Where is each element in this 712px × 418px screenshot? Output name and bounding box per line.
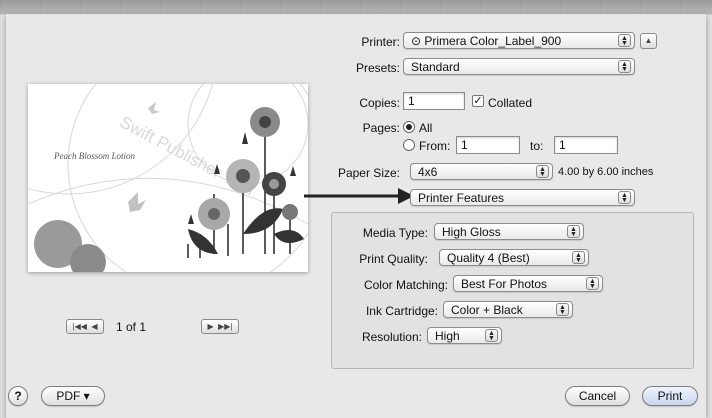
paper-dimensions: 4.00 by 6.00 inches (558, 166, 654, 178)
stepper-arrows-icon: ▲ ▼ (586, 277, 599, 290)
stepper-arrows-icon: ▲ ▼ (618, 34, 631, 47)
annotation-arrow-icon (304, 188, 414, 204)
pages-all-label: All (419, 121, 433, 135)
next-page-button[interactable]: ▶ ▶▶| (201, 319, 239, 334)
print-dialog: Swift Publisher Trial Peach Blossom Loti… (6, 14, 706, 418)
printer-label: Printer: (361, 35, 400, 49)
color-matching-select[interactable]: Best For Photos ▲ ▼ (453, 275, 603, 292)
stepper-arrows-icon: ▲ ▼ (567, 225, 580, 238)
printer-icon: ⊙ (411, 34, 425, 48)
page-indicator: 1 of 1 (116, 320, 147, 334)
print-button[interactable]: Print (642, 386, 698, 406)
copies-label: Copies: (359, 96, 400, 110)
help-button[interactable]: ? (8, 386, 28, 406)
preview-label-text: Peach Blossom Lotion (53, 151, 135, 161)
presets-label: Presets: (355, 61, 400, 75)
presets-select[interactable]: Standard ▲ ▼ (403, 58, 635, 75)
paper-size-select[interactable]: 4x6 ▲ ▼ (410, 163, 553, 180)
pages-label: Pages: (362, 121, 400, 135)
stepper-arrows-icon: ▲ ▼ (556, 303, 569, 316)
stepper-arrows-icon: ▲ ▼ (536, 165, 549, 178)
preview-artwork: Swift Publisher Trial Peach Blossom Loti… (28, 84, 308, 272)
copies-field[interactable]: 1 (403, 92, 465, 110)
pages-all-radio[interactable] (403, 121, 415, 133)
print-quality-select[interactable]: Quality 4 (Best) ▲ ▼ (439, 249, 589, 266)
resolution-label: Resolution: (361, 330, 422, 344)
print-quality-label: Print Quality: (359, 252, 428, 266)
pdf-menu-button[interactable]: PDF ▾ (41, 386, 105, 406)
stepper-arrows-icon: ▲ ▼ (618, 60, 631, 73)
panel-select[interactable]: Printer Features ▲ ▼ (410, 189, 635, 206)
collated-checkbox[interactable]: ✓ (472, 95, 484, 107)
pages-from-radio[interactable] (403, 139, 415, 151)
disclosure-triangle-button[interactable]: ▲ (640, 33, 657, 49)
first-page-button[interactable]: |◀◀ ◀ (66, 319, 104, 334)
pages-from-label: From: (419, 139, 451, 153)
color-matching-label: Color Matching: (363, 278, 448, 292)
stepper-arrows-icon: ▲ ▼ (572, 251, 585, 264)
stepper-arrows-icon: ▲ ▼ (485, 329, 498, 342)
collated-label: Collated (488, 96, 533, 110)
print-preview: Swift Publisher Trial Peach Blossom Loti… (28, 84, 308, 272)
media-type-label: Media Type: (362, 226, 428, 240)
ink-cartridge-label: Ink Cartridge: (365, 304, 438, 318)
pages-to-field[interactable]: 1 (554, 136, 618, 154)
paper-size-label: Paper Size: (337, 166, 400, 180)
printer-select[interactable]: ⊙ Primera Color_Label_900 ▲ ▼ (403, 32, 635, 49)
stepper-arrows-icon: ▲ ▼ (618, 191, 631, 204)
resolution-select[interactable]: High ▲ ▼ (427, 327, 502, 344)
ink-cartridge-select[interactable]: Color + Black ▲ ▼ (443, 301, 573, 318)
cancel-button[interactable]: Cancel (565, 386, 630, 406)
media-type-select[interactable]: High Gloss ▲ ▼ (434, 223, 584, 240)
pages-from-field[interactable]: 1 (456, 136, 520, 154)
pages-to-label: to: (530, 139, 544, 153)
